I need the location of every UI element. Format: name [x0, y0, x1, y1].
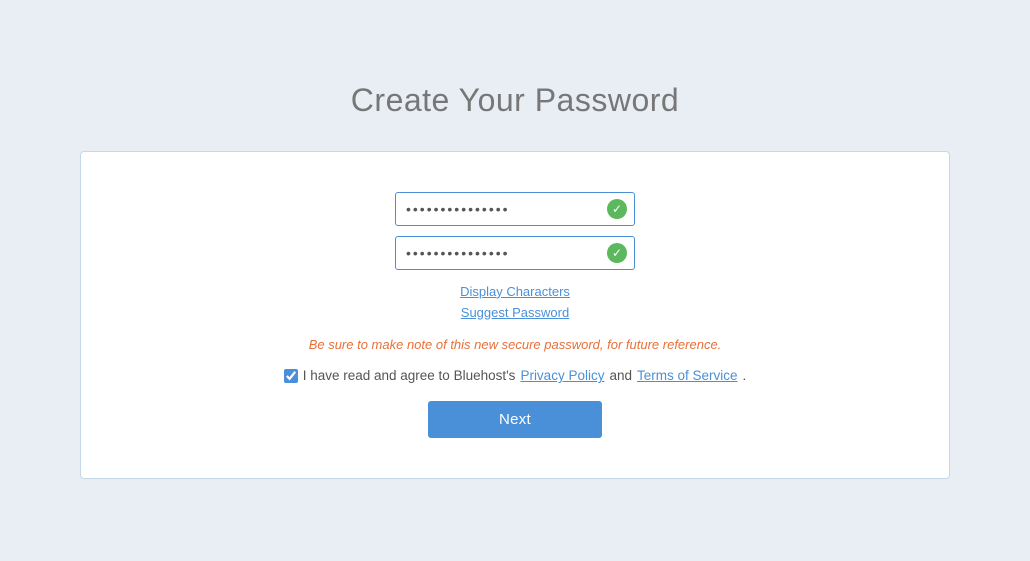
page-title: Create Your Password	[351, 82, 679, 119]
form-card: ✓ ✓ Display Characters Suggest Password …	[80, 151, 950, 480]
suggest-password-link[interactable]: Suggest Password	[461, 303, 569, 324]
password-links: Display Characters Suggest Password	[460, 282, 570, 324]
agreement-period: .	[743, 368, 747, 383]
next-button[interactable]: Next	[428, 401, 602, 438]
agreement-checkbox[interactable]	[284, 369, 298, 383]
agreement-and-text: and	[609, 368, 632, 383]
privacy-policy-link[interactable]: Privacy Policy	[520, 368, 604, 383]
agreement-prefix-text: I have read and agree to Bluehost's	[303, 368, 516, 383]
password-check-icon: ✓	[607, 199, 627, 219]
password-field-wrapper: ✓	[395, 192, 635, 226]
agreement-row: I have read and agree to Bluehost's Priv…	[284, 368, 747, 383]
terms-of-service-link[interactable]: Terms of Service	[637, 368, 738, 383]
confirm-password-field-wrapper: ✓	[395, 236, 635, 270]
confirm-password-input[interactable]	[395, 236, 635, 270]
display-characters-link[interactable]: Display Characters	[460, 282, 570, 303]
password-input[interactable]	[395, 192, 635, 226]
confirm-check-icon: ✓	[607, 243, 627, 263]
password-notice: Be sure to make note of this new secure …	[309, 337, 722, 352]
